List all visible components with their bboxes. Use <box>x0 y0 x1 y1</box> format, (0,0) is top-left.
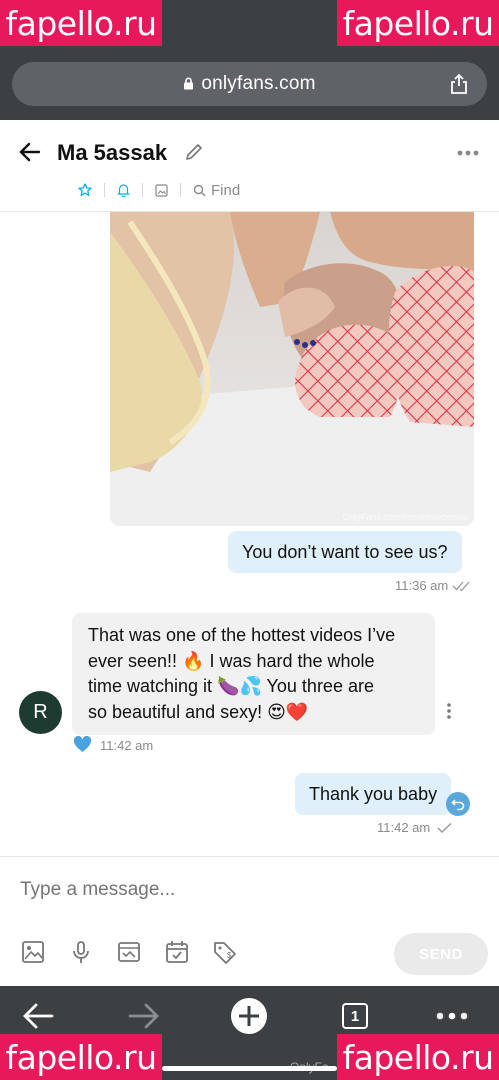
edit-pencil-icon[interactable] <box>184 142 204 162</box>
tab-count: 1 <box>342 1003 368 1029</box>
search-icon <box>193 184 206 196</box>
image-icon <box>155 183 168 197</box>
message-text-line: time watching it 🍆💦 You three are <box>88 676 374 697</box>
lock-icon <box>184 77 194 89</box>
home-indicator[interactable] <box>162 1066 337 1071</box>
price-tag-icon[interactable]: $ <box>212 939 238 965</box>
message-composer: $ SEND <box>0 856 499 986</box>
message-input[interactable] <box>20 879 420 901</box>
reply-icon[interactable] <box>446 792 470 816</box>
more-horizontal-icon <box>436 1012 468 1020</box>
arrow-left-icon <box>23 1003 54 1029</box>
message-text: Thank you baby <box>309 784 438 804</box>
message-timestamp: 11:42 am <box>377 820 454 835</box>
browser-menu-button[interactable] <box>432 998 472 1034</box>
watermark: fapello.ru <box>337 1034 499 1080</box>
svg-text:$: $ <box>227 951 232 960</box>
browser-forward-button[interactable] <box>124 998 164 1034</box>
message-timestamp: 11:42 am <box>100 738 154 753</box>
message-options-icon[interactable] <box>446 702 452 720</box>
back-arrow-icon[interactable] <box>18 140 42 164</box>
url-bar[interactable]: onlyfans.com <box>12 62 487 106</box>
watermark: fapello.ru <box>337 0 499 46</box>
plus-circle-icon <box>231 998 267 1034</box>
heart-icon[interactable] <box>73 736 92 753</box>
share-icon[interactable] <box>449 73 469 95</box>
url-text: onlyfans.com <box>201 73 316 94</box>
message-timestamp: 11:36 am <box>395 578 474 593</box>
chat-contact-name: Ma 5assak <box>57 140 168 165</box>
composer-toolbar: $ <box>20 939 238 965</box>
find-button[interactable]: Find <box>181 181 252 199</box>
microphone-icon[interactable] <box>68 939 94 965</box>
message-text-line: That was one of the hottest videos I’ve <box>88 625 396 645</box>
favorite-button[interactable] <box>66 183 105 197</box>
watermark: fapello.ru <box>0 1034 162 1080</box>
watermark: fapello.ru <box>0 0 162 46</box>
find-label: Find <box>211 181 241 199</box>
message-text: You don’t want to see us? <box>242 542 448 562</box>
undo-arrow-icon <box>451 799 465 811</box>
outgoing-message-bubble[interactable]: Thank you baby <box>295 773 452 816</box>
vault-icon[interactable] <box>116 939 142 965</box>
bell-icon <box>117 184 130 197</box>
photo-message[interactable]: OnlyFans.com/brookesnicewnu <box>110 212 474 526</box>
outgoing-message-bubble[interactable]: You don’t want to see us? <box>228 531 462 574</box>
photo-watermark: OnlyFans.com/brookesnicewnu <box>342 512 468 522</box>
tab-switcher-button[interactable]: 1 <box>335 998 375 1034</box>
image-upload-icon[interactable] <box>20 939 46 965</box>
incoming-message-bubble[interactable]: That was one of the hottest videos I’ve … <box>72 613 435 736</box>
send-button[interactable]: SEND <box>394 933 488 975</box>
calendar-icon[interactable] <box>164 939 190 965</box>
photo-image: OnlyFans.com/brookesnicewnu <box>110 212 474 526</box>
new-tab-button[interactable] <box>229 998 269 1034</box>
message-text-line: so beautiful and sexy! 😍❤️ <box>88 701 309 722</box>
media-gallery-button[interactable] <box>143 183 181 197</box>
avatar[interactable]: R <box>19 691 62 734</box>
check-icon <box>437 822 452 833</box>
arrow-right-icon <box>128 1003 159 1029</box>
browser-back-button[interactable] <box>18 998 58 1034</box>
double-check-icon <box>452 581 470 591</box>
notifications-button[interactable] <box>105 183 143 197</box>
more-options-icon[interactable] <box>457 150 479 156</box>
chat-header: Ma 5assak Find <box>0 120 499 212</box>
message-text-line: ever seen!! 🔥 I was hard the whole <box>88 650 375 671</box>
star-icon <box>78 183 92 197</box>
chat-header-toolbar: Find <box>66 180 252 200</box>
